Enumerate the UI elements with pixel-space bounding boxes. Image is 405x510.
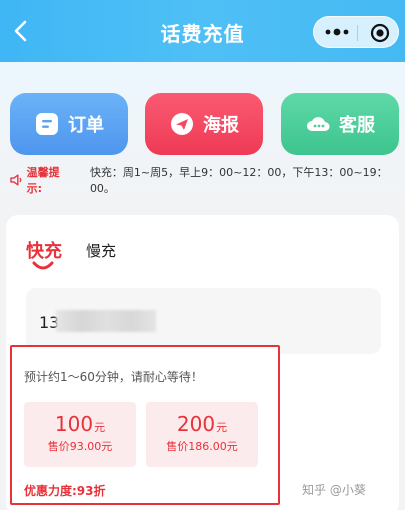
- discount-label: 优惠力度:93折: [24, 484, 106, 498]
- send-plane-icon: [171, 113, 193, 135]
- target-circle-icon[interactable]: [370, 23, 390, 43]
- customer-service-button-label: 客服: [339, 115, 375, 136]
- option-amount-value: 200: [176, 412, 216, 436]
- option-price: 售价93.00元: [47, 440, 113, 453]
- option-amount-unit: 元: [94, 421, 106, 434]
- notice-tip-label: 温馨提示:: [26, 166, 60, 195]
- option-amount: 100元: [24, 412, 136, 436]
- watermark-text: 知乎 @小葵: [302, 483, 366, 497]
- phone-number-mask: [56, 310, 156, 332]
- wait-notice: 预计约1～60分钟，请耐心等待！: [24, 370, 203, 384]
- notice-tip-text: 快充：周1~周5，早上9：00~12：00，下午13：00~19：00。: [89, 166, 388, 195]
- cloud-service-icon: [307, 117, 330, 131]
- tab-slow-charge[interactable]: 慢充: [86, 240, 116, 261]
- mini-program-capsule: [313, 16, 399, 48]
- tab-active-indicator: [32, 261, 54, 270]
- option-price: 售价186.00元: [166, 440, 238, 453]
- customer-service-button[interactable]: 客服: [281, 93, 399, 155]
- poster-button[interactable]: 海报: [145, 93, 263, 155]
- order-button-label: 订单: [68, 115, 104, 136]
- option-amount-unit: 元: [216, 421, 228, 434]
- speaker-icon: [10, 174, 22, 186]
- poster-button-label: 海报: [203, 115, 239, 136]
- recharge-option-200[interactable]: 200元 售价186.00元: [146, 402, 258, 467]
- header-bar: 话费充值: [0, 0, 405, 62]
- option-amount: 200元: [146, 412, 258, 436]
- order-doc-icon: [36, 113, 58, 135]
- notice-tip: 温馨提示: 快充：周1~周5，早上9：00~12：00，下午13：00~19：0…: [10, 166, 405, 195]
- option-amount-value: 100: [54, 412, 94, 436]
- tab-fast-charge[interactable]: 快充: [26, 237, 62, 263]
- more-dots-icon[interactable]: [324, 26, 350, 38]
- recharge-option-100[interactable]: 100元 售价93.00元: [24, 402, 136, 467]
- capsule-divider: [357, 25, 358, 41]
- order-button[interactable]: 订单: [10, 93, 128, 155]
